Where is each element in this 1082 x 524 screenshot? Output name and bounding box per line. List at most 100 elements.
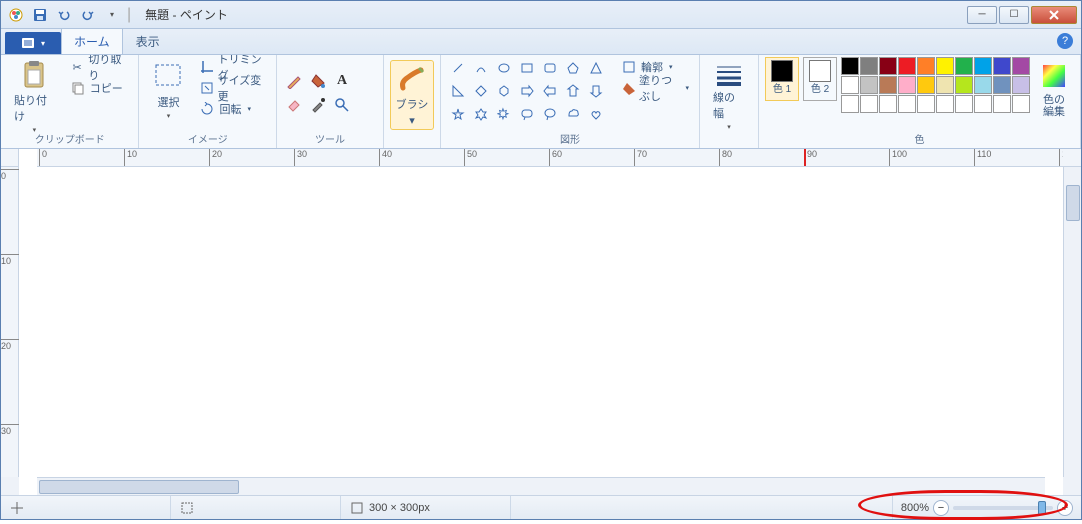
swatch-palette1-0[interactable] bbox=[841, 57, 859, 75]
tab-home[interactable]: ホーム bbox=[61, 28, 123, 54]
shape-12[interactable] bbox=[562, 80, 584, 102]
shape-3[interactable] bbox=[516, 57, 538, 79]
shape-8[interactable] bbox=[470, 80, 492, 102]
shape-14[interactable] bbox=[447, 103, 469, 125]
swatch-palette2-9[interactable] bbox=[1012, 76, 1030, 94]
group-clipboard: 貼り付け ▾ ✂切り取り コピー クリップボード bbox=[1, 55, 139, 148]
vertical-scrollbar[interactable] bbox=[1063, 167, 1081, 477]
resize-button[interactable]: サイズ変更 bbox=[195, 78, 270, 98]
brush-button[interactable]: ブラシ ▾ bbox=[390, 60, 434, 130]
ribbon-tabs: ▾ ホーム 表示 ? bbox=[1, 29, 1081, 55]
group-image: 選択 ▾ トリミング サイズ変更 回転▾ イメージ bbox=[139, 55, 277, 148]
swatch-palette1-9[interactable] bbox=[1012, 57, 1030, 75]
swatch-palette1-7[interactable] bbox=[974, 57, 992, 75]
shape-7[interactable] bbox=[447, 80, 469, 102]
fill-tool[interactable] bbox=[307, 70, 329, 92]
edit-colors-button[interactable]: 色の 編集 bbox=[1034, 57, 1074, 127]
swatch-palette2-5[interactable] bbox=[936, 76, 954, 94]
color1-button[interactable]: 色 1 bbox=[765, 57, 799, 101]
swatch-palette1-4[interactable] bbox=[917, 57, 935, 75]
save-button[interactable] bbox=[29, 4, 51, 26]
zoom-value: 800% bbox=[901, 502, 929, 514]
tab-view[interactable]: 表示 bbox=[123, 28, 173, 54]
swatch-palette1-1[interactable] bbox=[860, 57, 878, 75]
swatch-palette3-8[interactable] bbox=[993, 95, 1011, 113]
swatch-palette3-0[interactable] bbox=[841, 95, 859, 113]
shape-9[interactable] bbox=[493, 80, 515, 102]
swatch-palette3-9[interactable] bbox=[1012, 95, 1030, 113]
swatch-palette3-5[interactable] bbox=[936, 95, 954, 113]
redo-button[interactable] bbox=[77, 4, 99, 26]
horizontal-scrollbar[interactable] bbox=[37, 477, 1045, 495]
swatch-palette1-3[interactable] bbox=[898, 57, 916, 75]
shape-6[interactable] bbox=[585, 57, 607, 79]
qat-dropdown[interactable]: ▾ bbox=[101, 4, 123, 26]
select-button[interactable]: 選択 ▾ bbox=[145, 57, 191, 127]
color2-button[interactable]: 色 2 bbox=[803, 57, 837, 101]
help-button[interactable]: ? bbox=[1057, 33, 1073, 49]
shape-0[interactable] bbox=[447, 57, 469, 79]
shape-15[interactable] bbox=[470, 103, 492, 125]
shape-11[interactable] bbox=[539, 80, 561, 102]
ribbon: 貼り付け ▾ ✂切り取り コピー クリップボード 選択 ▾ トリミング bbox=[1, 55, 1081, 149]
shape-18[interactable] bbox=[539, 103, 561, 125]
shape-10[interactable] bbox=[516, 80, 538, 102]
cut-button[interactable]: ✂切り取り bbox=[66, 57, 133, 77]
group-label-image: イメージ bbox=[145, 129, 270, 148]
shape-4[interactable] bbox=[539, 57, 561, 79]
undo-button[interactable] bbox=[53, 4, 75, 26]
group-shapes: 輪郭▾ 塗りつぶし▾ 図形 bbox=[441, 55, 700, 148]
shape-2[interactable] bbox=[493, 57, 515, 79]
swatch-palette2-0[interactable] bbox=[841, 76, 859, 94]
swatch-palette3-4[interactable] bbox=[917, 95, 935, 113]
zoom-in-button[interactable]: + bbox=[1057, 500, 1073, 516]
shape-20[interactable] bbox=[585, 103, 607, 125]
swatch-palette1-2[interactable] bbox=[879, 57, 897, 75]
minimize-button[interactable]: ─ bbox=[967, 6, 997, 24]
shape-13[interactable] bbox=[585, 80, 607, 102]
copy-button[interactable]: コピー bbox=[66, 78, 133, 98]
swatch-palette2-2[interactable] bbox=[879, 76, 897, 94]
group-label-tools: ツール bbox=[283, 129, 377, 148]
status-cursor-pos bbox=[1, 496, 171, 519]
statusbar: 300 × 300px 800% − + bbox=[1, 495, 1081, 519]
paste-button[interactable]: 貼り付け ▾ bbox=[7, 57, 62, 127]
swatch-palette1-6[interactable] bbox=[955, 57, 973, 75]
shape-1[interactable] bbox=[470, 57, 492, 79]
file-menu-button[interactable]: ▾ bbox=[5, 32, 61, 54]
swatch-palette3-6[interactable] bbox=[955, 95, 973, 113]
shape-fill-button[interactable]: 塗りつぶし▾ bbox=[617, 78, 693, 98]
swatch-palette2-3[interactable] bbox=[898, 76, 916, 94]
shape-16[interactable] bbox=[493, 103, 515, 125]
canvas[interactable] bbox=[19, 167, 1063, 477]
swatch-palette1-8[interactable] bbox=[993, 57, 1011, 75]
swatch-palette3-7[interactable] bbox=[974, 95, 992, 113]
zoom-slider[interactable] bbox=[953, 506, 1053, 510]
eraser-tool[interactable] bbox=[283, 94, 305, 116]
swatch-palette3-3[interactable] bbox=[898, 95, 916, 113]
swatch-palette3-1[interactable] bbox=[860, 95, 878, 113]
magnifier-tool[interactable] bbox=[331, 94, 353, 116]
shape-5[interactable] bbox=[562, 57, 584, 79]
text-tool[interactable]: A bbox=[331, 70, 353, 92]
stroke-width-button[interactable]: 線の幅 ▾ bbox=[706, 60, 752, 130]
swatch-palette2-1[interactable] bbox=[860, 76, 878, 94]
zoom-out-button[interactable]: − bbox=[933, 500, 949, 516]
close-button[interactable] bbox=[1031, 6, 1077, 24]
picker-tool[interactable] bbox=[307, 94, 329, 116]
swatch-palette2-4[interactable] bbox=[917, 76, 935, 94]
maximize-button[interactable]: ☐ bbox=[999, 6, 1029, 24]
swatch-palette3-2[interactable] bbox=[879, 95, 897, 113]
swatch-palette2-8[interactable] bbox=[993, 76, 1011, 94]
shape-17[interactable] bbox=[516, 103, 538, 125]
titlebar: ▾ | 無題 - ペイント ─ ☐ bbox=[1, 1, 1081, 29]
pencil-tool[interactable] bbox=[283, 70, 305, 92]
window-title: 無題 - ペイント bbox=[145, 6, 228, 23]
group-brush: ブラシ ▾ · bbox=[384, 55, 441, 148]
rotate-button[interactable]: 回転▾ bbox=[195, 99, 270, 119]
swatch-palette2-6[interactable] bbox=[955, 76, 973, 94]
swatch-palette1-5[interactable] bbox=[936, 57, 954, 75]
shape-19[interactable] bbox=[562, 103, 584, 125]
crosshair-icon bbox=[11, 502, 23, 514]
swatch-palette2-7[interactable] bbox=[974, 76, 992, 94]
